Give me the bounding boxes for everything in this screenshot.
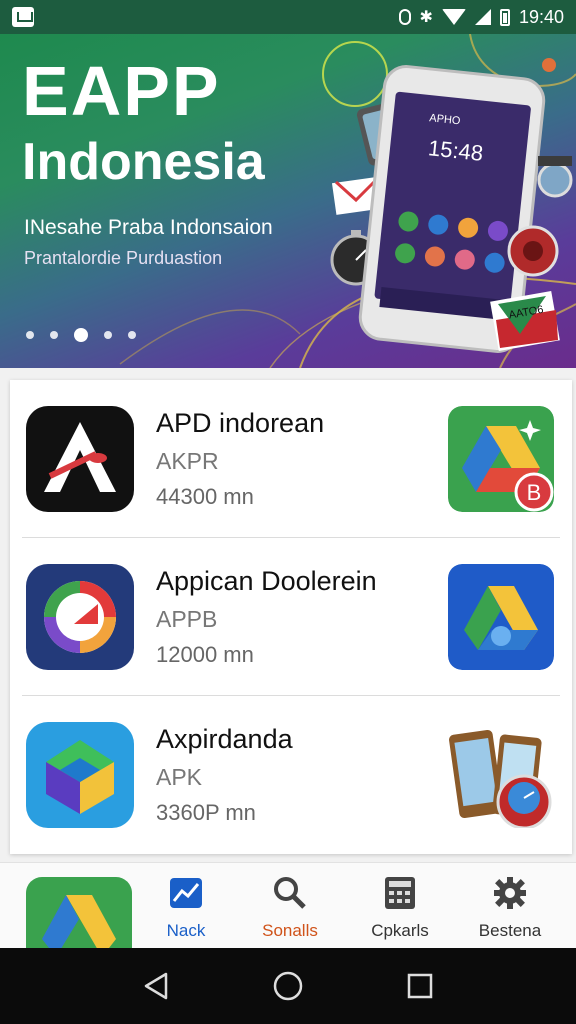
back-icon[interactable] — [136, 966, 176, 1006]
drive-triangle-icon[interactable] — [448, 564, 554, 670]
tab-cpkarls[interactable]: Cpkarls — [350, 875, 450, 945]
hero-caption: Prantalordie Purduastion — [24, 248, 223, 268]
action-badge: B — [527, 480, 542, 505]
phone-gauge-icon[interactable] — [448, 722, 554, 828]
app-size: 3360P mn — [156, 800, 256, 825]
app-type: AKPR — [156, 448, 219, 474]
app-list-item[interactable]: Axpirdanda APK 3360P mn — [10, 696, 572, 854]
tab-label: Cpkarls — [371, 921, 429, 940]
hero-banner[interactable]: APHO 15:48 AATO6 EAPP Indonesia INesahe … — [0, 34, 576, 368]
watch-illustration — [537, 156, 573, 198]
carousel-indicator[interactable] — [26, 328, 136, 342]
screen: ✱ 19:40 APHO 15:48 AATO6 EAPP Indonesia … — [0, 0, 576, 1024]
app-name[interactable]: APD indorean — [156, 408, 324, 439]
app-type: APK — [156, 764, 203, 790]
hero-title-line2: Indonesia — [22, 133, 265, 191]
bottom-tab-bar: Nack Sonalls Cpkarls Bestena — [0, 862, 576, 953]
gear-icon — [490, 875, 530, 911]
bluetooth-icon: ✱ — [419, 9, 433, 26]
carousel-dot[interactable] — [104, 331, 112, 339]
app-type: APPB — [156, 606, 218, 632]
tab-sonalls[interactable]: Sonalls — [240, 875, 340, 945]
app-name[interactable]: Axpirdanda — [156, 724, 293, 755]
battery-icon — [499, 8, 510, 26]
app-list-item[interactable]: Appican Doolerein APPB 12000 mn — [10, 538, 572, 696]
carousel-dot[interactable] — [50, 331, 58, 339]
app-size: 12000 mn — [156, 642, 254, 667]
nfc-icon — [398, 9, 411, 25]
carousel-dot[interactable] — [128, 331, 136, 339]
wifi-icon — [441, 9, 466, 25]
chart-icon — [166, 875, 206, 911]
calculator-icon — [380, 875, 420, 911]
hero-title: EAPP — [22, 52, 221, 130]
tab-label: Sonalls — [262, 921, 318, 940]
status-time: 19:40 — [518, 6, 564, 27]
app-name[interactable]: Appican Doolerein — [156, 566, 377, 597]
hero-subtitle: INesahe Praba Indonsaion — [24, 216, 273, 239]
app-notification-icon — [12, 7, 34, 27]
app-size: 44300 mn — [156, 484, 254, 509]
system-nav-bar — [0, 948, 576, 1024]
app-ring-logo-icon[interactable] — [26, 564, 134, 670]
carousel-dot[interactable] — [26, 331, 34, 339]
tab-label: Nack — [166, 921, 206, 940]
tab-bestena[interactable]: Bestena — [460, 875, 560, 945]
home-icon[interactable] — [268, 966, 308, 1006]
app-list-item[interactable]: APD indorean AKPR 44300 mn B — [10, 380, 572, 538]
drive-badge-icon[interactable]: B — [448, 406, 554, 512]
flag-illustration: AATO6 — [490, 290, 560, 352]
tab-nack[interactable]: Nack — [136, 875, 236, 945]
app-cube-logo-icon[interactable] — [26, 722, 134, 828]
app-list: APD indorean AKPR 44300 mn B Appican Doo… — [10, 380, 572, 854]
carousel-dot-active[interactable] — [74, 328, 88, 342]
signal-icon — [474, 9, 491, 25]
tab-label: Bestena — [478, 921, 542, 940]
speaker-illustration — [507, 225, 559, 277]
drive-tab-icon[interactable] — [26, 877, 132, 953]
status-bar: ✱ 19:40 — [0, 0, 576, 34]
app-a-logo-icon[interactable] — [26, 406, 134, 512]
recents-icon[interactable] — [400, 966, 440, 1006]
search-icon — [270, 875, 310, 911]
